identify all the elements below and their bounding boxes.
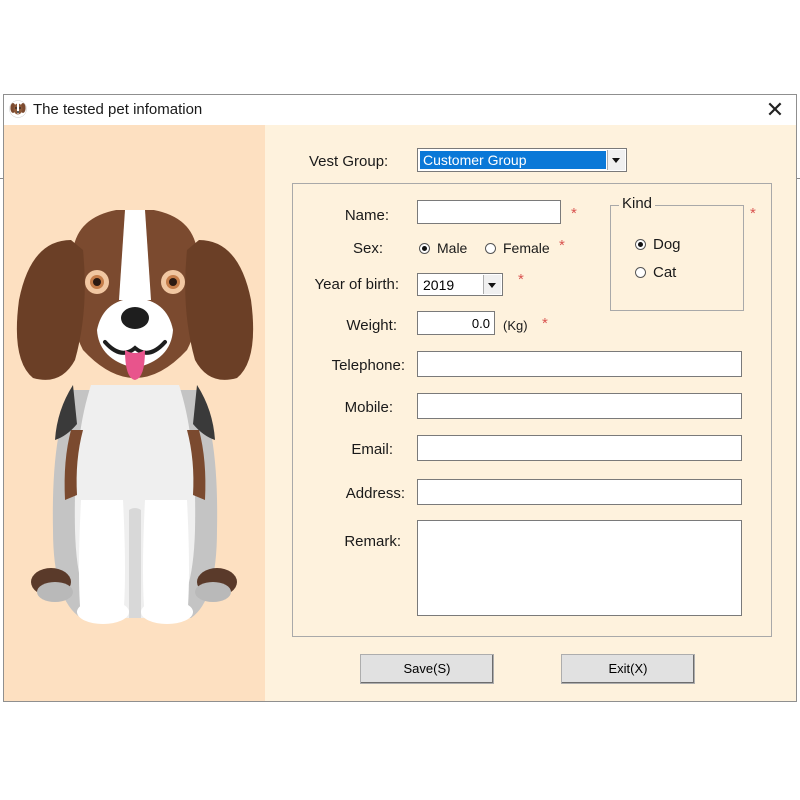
required-marker: * bbox=[518, 271, 524, 288]
vest-group-value: Customer Group bbox=[420, 151, 606, 169]
window-title: The tested pet infomation bbox=[33, 101, 203, 118]
pet-info-dialog: The tested pet infomation ✕ Vest Group: … bbox=[3, 94, 797, 702]
kind-dog-radio[interactable]: Dog bbox=[635, 236, 681, 253]
required-marker: * bbox=[571, 205, 577, 222]
year-of-birth-dropdown[interactable]: 2019 bbox=[417, 273, 503, 296]
required-marker: * bbox=[559, 237, 565, 254]
sex-male-radio[interactable]: Male bbox=[419, 240, 467, 256]
vest-group-dropdown[interactable]: Customer Group bbox=[417, 148, 627, 172]
name-input[interactable] bbox=[417, 200, 561, 224]
address-input[interactable] bbox=[417, 479, 742, 505]
mobile-input[interactable] bbox=[417, 393, 742, 419]
vest-group-label: Vest Group: bbox=[309, 153, 389, 170]
dog-illustration bbox=[16, 210, 254, 624]
title-bar: The tested pet infomation ✕ bbox=[4, 95, 796, 125]
sex-female-radio[interactable]: Female bbox=[485, 240, 550, 256]
close-button[interactable]: ✕ bbox=[760, 96, 790, 124]
remark-label: Remark: bbox=[344, 533, 401, 550]
telephone-label: Telephone: bbox=[331, 357, 405, 374]
name-label: Name: bbox=[344, 207, 389, 224]
form-panel: Vest Group: Customer Group Name: * Sex: … bbox=[265, 125, 796, 701]
sex-label: Sex: bbox=[352, 240, 383, 257]
weight-input[interactable] bbox=[417, 311, 495, 335]
exit-button[interactable]: Exit(X) bbox=[561, 654, 695, 684]
save-button[interactable]: Save(S) bbox=[360, 654, 494, 684]
close-icon[interactable]: ✕ bbox=[766, 97, 784, 122]
illustration-panel bbox=[4, 125, 265, 701]
required-marker: * bbox=[750, 205, 756, 222]
mobile-label: Mobile: bbox=[344, 399, 393, 416]
kind-cat-radio[interactable]: Cat bbox=[635, 264, 676, 281]
chevron-down-icon[interactable] bbox=[483, 275, 501, 294]
remark-textarea[interactable] bbox=[417, 520, 742, 616]
kind-group-title: Kind bbox=[619, 195, 656, 212]
kind-group: Kind Dog Cat bbox=[610, 195, 744, 311]
year-of-birth-label: Year of birth: bbox=[314, 276, 400, 293]
weight-unit: (Kg) bbox=[503, 318, 528, 333]
email-label: Email: bbox=[351, 441, 393, 458]
address-label: Address: bbox=[345, 485, 405, 502]
email-input[interactable] bbox=[417, 435, 742, 461]
chevron-down-icon[interactable] bbox=[607, 150, 625, 170]
dog-face-icon bbox=[9, 100, 27, 118]
weight-label: Weight: bbox=[346, 317, 397, 334]
telephone-input[interactable] bbox=[417, 351, 742, 377]
required-marker: * bbox=[542, 315, 548, 332]
year-of-birth-value: 2019 bbox=[423, 277, 455, 293]
